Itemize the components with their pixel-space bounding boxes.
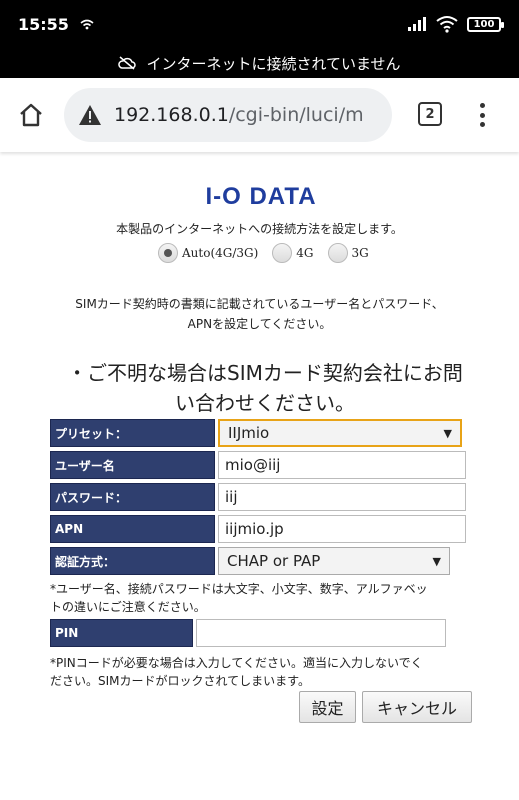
pin-note-line2: ださい。SIMカードがロックされてしまいます。 (50, 674, 310, 688)
credentials-note-line2: APNを設定してください。 (187, 317, 332, 331)
case-note: *ユーザー名、接続パスワードは大文字、小文字、数字、アルファベッ トの違いにご注… (50, 580, 480, 616)
auth-value: CHAP or PAP (227, 552, 321, 570)
pin-row: PIN (50, 619, 446, 647)
pin-input[interactable] (196, 619, 446, 647)
signal-icon (408, 17, 426, 31)
contact-heading: ・ご不明な場合はSIMカード契約会社にお問 い合わせください。 (50, 358, 480, 418)
battery-level: 100 (473, 18, 495, 30)
tab-switcher-button[interactable]: 2 (418, 102, 442, 126)
case-note-line2: トの違いにご注意ください。 (50, 600, 206, 614)
tab-count: 2 (425, 106, 435, 122)
apply-button[interactable]: 設定 (299, 691, 356, 723)
menu-dot-icon (479, 103, 485, 108)
warning-icon[interactable] (78, 104, 102, 126)
credentials-note-line1: SIMカード契約時の書類に記載されているユーザー名とパスワード、 (75, 297, 444, 311)
preset-value: IIJmio (228, 424, 270, 442)
contact-heading-line1: ・ご不明な場合はSIMカード契約会社にお問 (67, 361, 463, 385)
url-host: 192.168.0.1 (114, 104, 229, 126)
radio-4g-label[interactable]: 4G (296, 246, 313, 260)
menu-dot-icon (479, 122, 485, 127)
battery-icon: 100 (467, 16, 504, 32)
username-row: ユーザー名 mio@iij (50, 451, 466, 479)
radio-auto-label[interactable]: Auto(4G/3G) (182, 246, 258, 260)
pin-label: PIN (50, 619, 193, 647)
url-text: 192.168.0.1/cgi-bin/luci/m (114, 104, 364, 126)
pin-note-line1: *PINコードが必要な場合は入力してください。適当に入力しないでく (50, 656, 423, 670)
dropdown-arrow-icon: ▼ (443, 426, 452, 440)
status-time: 15:55 (18, 14, 69, 34)
username-label: ユーザー名 (50, 451, 215, 479)
connection-method-group: Auto(4G/3G) 4G 3G (158, 243, 383, 263)
address-bar[interactable]: 192.168.0.1/cgi-bin/luci/m (64, 88, 392, 142)
auth-select[interactable]: CHAP or PAP ▼ (218, 547, 450, 575)
apn-input[interactable]: iijmio.jp (218, 515, 466, 543)
logo-text: I-O DATA (205, 183, 316, 209)
apn-label: APN (50, 515, 215, 543)
browser-toolbar: 192.168.0.1/cgi-bin/luci/m 2 (0, 78, 519, 152)
offline-text: インターネットに接続されていません (146, 54, 401, 73)
radio-3g-label[interactable]: 3G (352, 246, 369, 260)
home-icon (20, 103, 42, 127)
status-bar: 15:55 100 (0, 0, 519, 48)
url-path: /cgi-bin/luci/m (228, 104, 364, 126)
radio-3g[interactable] (327, 243, 348, 263)
preset-select[interactable]: IIJmio ▼ (218, 419, 462, 447)
hotspot-icon (80, 19, 94, 30)
home-button[interactable] (14, 98, 48, 132)
password-row: パスワード： iij (50, 483, 466, 511)
preset-label: プリセット： (50, 419, 215, 447)
radio-4g[interactable] (272, 243, 293, 263)
apn-row: APN iijmio.jp (50, 515, 466, 543)
password-label: パスワード： (50, 483, 215, 511)
wifi-icon (436, 16, 458, 33)
offline-banner: インターネットに接続されていません (0, 48, 519, 78)
auth-label: 認証方式： (50, 547, 215, 575)
auth-row: 認証方式： CHAP or PAP ▼ (50, 547, 450, 575)
intro-text: 本製品のインターネットへの接続方法を設定します。 (116, 222, 403, 236)
iodata-logo: I-O DATA (205, 183, 316, 209)
menu-dot-icon (479, 112, 485, 118)
menu-button[interactable] (470, 100, 494, 130)
case-note-line1: *ユーザー名、接続パスワードは大文字、小文字、数字、アルファベッ (50, 582, 428, 596)
password-input[interactable]: iij (218, 483, 466, 511)
cancel-button[interactable]: キャンセル (362, 691, 472, 723)
pin-note: *PINコードが必要な場合は入力してください。適当に入力しないでく ださい。SI… (50, 654, 480, 690)
preset-row: プリセット： IIJmio ▼ (50, 419, 462, 447)
contact-heading-line2: い合わせください。 (175, 391, 355, 415)
radio-auto[interactable] (158, 243, 178, 263)
username-input[interactable]: mio@iij (218, 451, 466, 479)
credentials-note: SIMカード契約時の書類に記載されているユーザー名とパスワード、 APNを設定し… (0, 294, 519, 334)
cloud-off-icon (118, 56, 137, 70)
dropdown-arrow-icon: ▼ (432, 554, 441, 568)
